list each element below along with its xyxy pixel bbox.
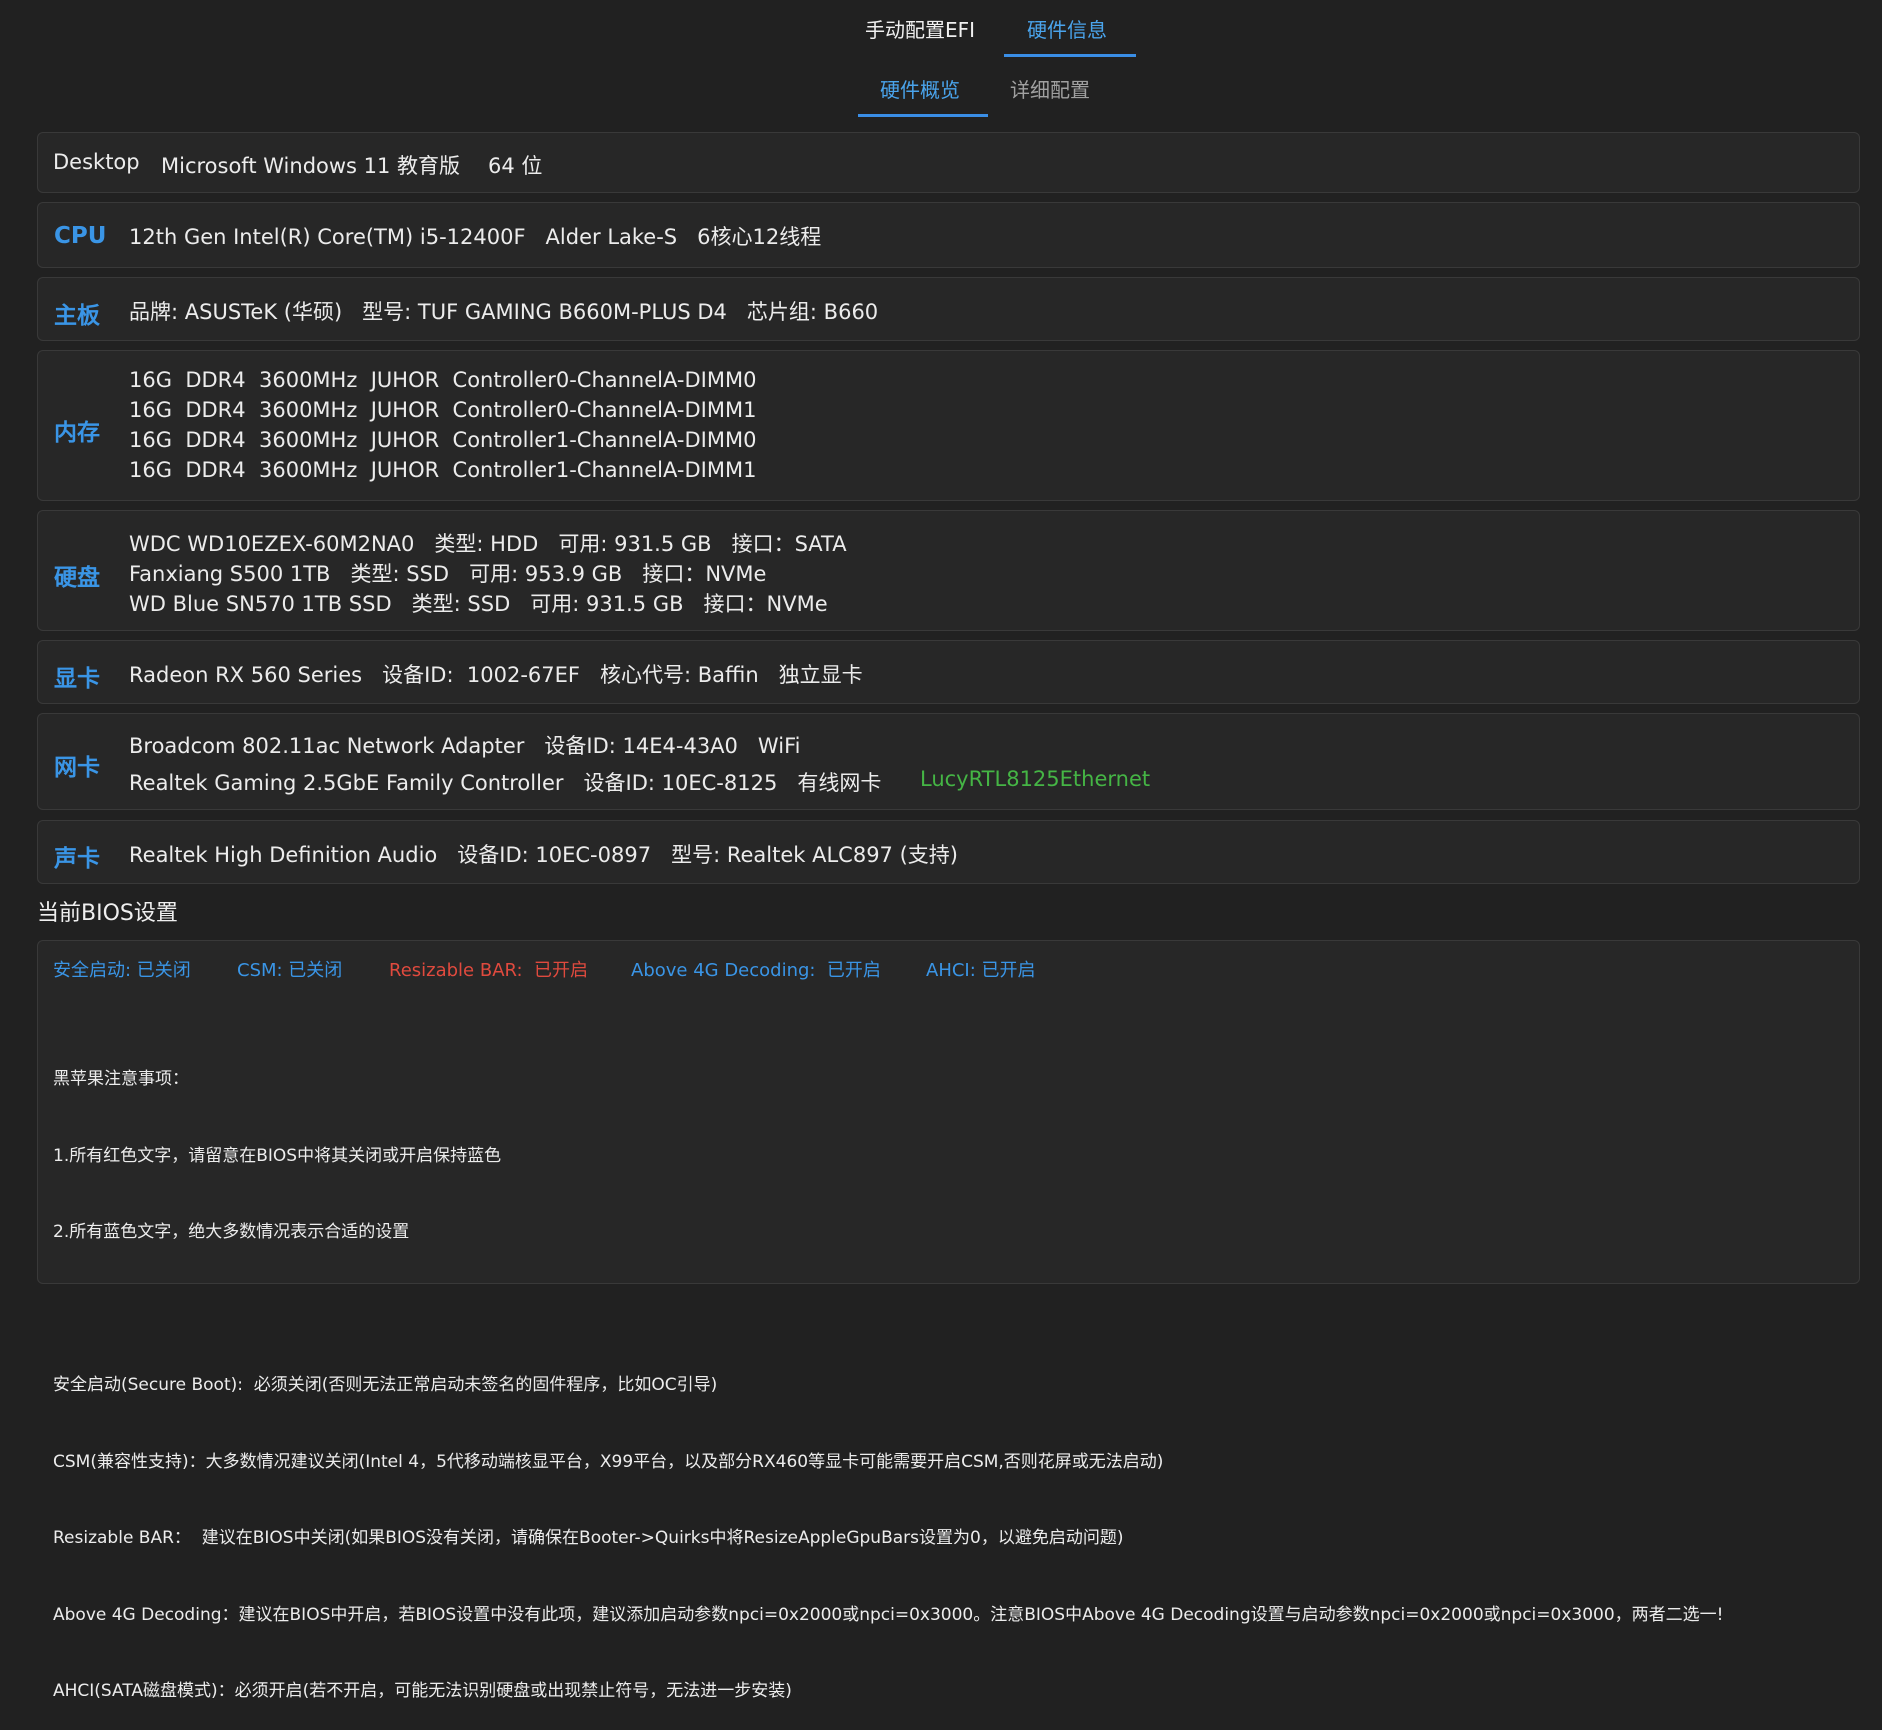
system-card: Desktop Microsoft Windows 11 教育版 64 位 (37, 132, 1860, 193)
disk-label: 硬盘 (54, 565, 100, 591)
note-line: 黑苹果注意事项： (53, 1069, 189, 1089)
system-bits: 64 位 (488, 154, 543, 178)
bios-ahci: AHCI: 已开启 (926, 960, 1036, 981)
note-line: CSM(兼容性支持)：大多数情况建议关闭(Intel 4，5代移动端核显平台，X… (53, 1451, 1164, 1472)
network-card: 网卡 Broadcom 802.11ac Network Adapter 设备I… (37, 713, 1860, 810)
network-wifi: Broadcom 802.11ac Network Adapter 设备ID: … (129, 734, 801, 758)
gpu-card: 显卡 Radeon RX 560 Series 设备ID: 1002-67EF … (37, 640, 1860, 704)
cpu-card: CPU 12th Gen Intel(R) Core(TM) i5-12400F… (37, 202, 1860, 268)
note-line: 安全启动(Secure Boot): 必须关闭(否则无法正常启动未签名的固件程序… (53, 1375, 718, 1395)
gpu-label: 显卡 (54, 666, 100, 692)
system-os: Microsoft Windows 11 教育版 (161, 154, 461, 178)
note-line: 2.所有蓝色文字，绝大多数情况表示合适的设置 (53, 1222, 410, 1242)
cpu-label: CPU (54, 223, 107, 249)
bios-section-title: 当前BIOS设置 (37, 901, 178, 926)
audio-label: 声卡 (54, 846, 100, 872)
audio-card: 声卡 Realtek High Definition Audio 设备ID: 1… (37, 820, 1860, 884)
memory-module: 16G DDR4 3600MHz JUHOR Controller1-Chann… (129, 428, 757, 452)
memory-label: 内存 (54, 420, 100, 446)
bios-resizable-bar: Resizable BAR: 已开启 (389, 960, 588, 981)
note-line: 1.所有红色文字，请留意在BIOS中将其关闭或开启保持蓝色 (53, 1145, 502, 1166)
tab-hardware-info-indicator (1004, 54, 1136, 57)
disk-item: Fanxiang S500 1TB 类型: SSD 可用: 953.9 GB 接… (129, 562, 767, 586)
bios-above4g: Above 4G Decoding: 已开启 (631, 960, 881, 981)
motherboard-info: 品牌: ASUSTeK (华硕) 型号: TUF GAMING B660M-PL… (129, 300, 879, 324)
bios-notes: 黑苹果注意事项： 1.所有红色文字，请留意在BIOS中将其关闭或开启保持蓝色 2… (53, 1016, 1723, 1730)
memory-module: 16G DDR4 3600MHz JUHOR Controller0-Chann… (129, 398, 757, 422)
network-label: 网卡 (54, 755, 100, 781)
bios-secure-boot: 安全启动: 已关闭 (53, 960, 191, 981)
cpu-info: 12th Gen Intel(R) Core(TM) i5-12400F Ald… (129, 225, 822, 249)
memory-card: 内存 16G DDR4 3600MHz JUHOR Controller0-Ch… (37, 350, 1860, 501)
tab-detail-config[interactable]: 详细配置 (1010, 74, 1090, 103)
tab-hardware-overview[interactable]: 硬件概览 (880, 74, 960, 103)
disk-item: WD Blue SN570 1TB SSD 类型: SSD 可用: 931.5 … (129, 592, 828, 616)
note-line: Above 4G Decoding：建议在BIOS中开启，若BIOS设置中没有此… (53, 1604, 1724, 1625)
memory-module: 16G DDR4 3600MHz JUHOR Controller0-Chann… (129, 368, 757, 392)
note-line: AHCI(SATA磁盘模式)：必须开启(若不开启，可能无法识别硬盘或出现禁止符号… (53, 1681, 792, 1701)
disk-card: 硬盘 WDC WD10EZEX-60M2NA0 类型: HDD 可用: 931.… (37, 510, 1860, 631)
gpu-info: Radeon RX 560 Series 设备ID: 1002-67EF 核心代… (129, 663, 863, 687)
memory-module: 16G DDR4 3600MHz JUHOR Controller1-Chann… (129, 458, 757, 482)
tab-hardware-info[interactable]: 硬件信息 (1027, 14, 1107, 43)
network-ethernet: Realtek Gaming 2.5GbE Family Controller … (129, 771, 882, 795)
motherboard-label: 主板 (54, 303, 100, 329)
tab-manual-efi[interactable]: 手动配置EFI (865, 14, 975, 43)
note-line: Resizable BAR： 建议在BIOS中关闭(如果BIOS没有关闭，请确保… (53, 1528, 1124, 1548)
disk-item: WDC WD10EZEX-60M2NA0 类型: HDD 可用: 931.5 G… (129, 532, 847, 556)
tab-hardware-overview-indicator (858, 114, 988, 117)
tabs-top: 手动配置EFI 硬件信息 硬件概览 详细配置 (0, 0, 1882, 117)
system-type: Desktop (53, 150, 140, 174)
motherboard-card: 主板 品牌: ASUSTeK (华硕) 型号: TUF GAMING B660M… (37, 277, 1860, 341)
note-line (53, 1297, 1723, 1323)
bios-csm: CSM: 已关闭 (237, 960, 343, 981)
network-driver: LucyRTL8125Ethernet (920, 767, 1151, 791)
audio-info: Realtek High Definition Audio 设备ID: 10EC… (129, 843, 958, 867)
